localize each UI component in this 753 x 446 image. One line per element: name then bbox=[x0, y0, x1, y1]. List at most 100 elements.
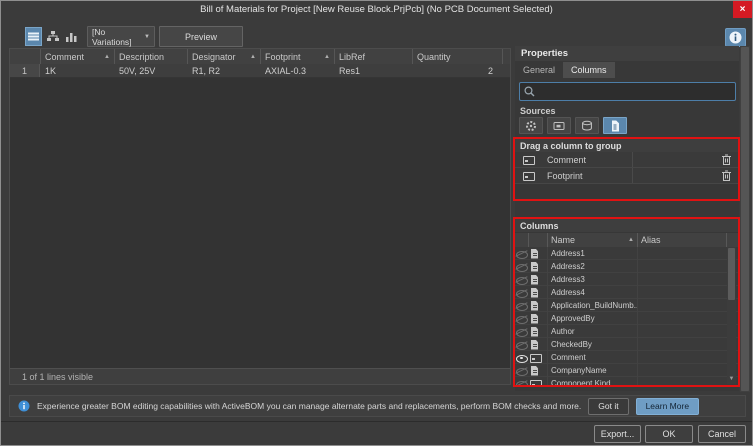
grid-header-filler bbox=[502, 49, 511, 64]
visibility-toggle[interactable] bbox=[515, 299, 528, 312]
search-input[interactable] bbox=[539, 87, 719, 97]
database-icon bbox=[581, 120, 593, 132]
visibility-toggle[interactable] bbox=[515, 325, 528, 338]
preview-button[interactable]: Preview bbox=[159, 26, 243, 47]
sources-label: Sources bbox=[520, 106, 556, 116]
close-button[interactable]: × bbox=[733, 1, 752, 18]
chevron-down-icon: ▼ bbox=[144, 34, 150, 40]
visibility-toggle[interactable] bbox=[515, 260, 528, 273]
cell-quantity: 2 bbox=[412, 64, 502, 77]
window-title: Bill of Materials for Project [New Reuse… bbox=[200, 4, 553, 15]
grid-header-footprint[interactable]: Footprint ▲ bbox=[260, 49, 334, 64]
group-row-footprint[interactable]: Footprint bbox=[515, 168, 738, 184]
source-board-button[interactable] bbox=[547, 117, 571, 134]
panel-scrollbar[interactable] bbox=[740, 46, 750, 392]
source-gear-button[interactable] bbox=[519, 117, 543, 134]
board-icon bbox=[553, 120, 565, 132]
group-row-comment[interactable]: Comment bbox=[515, 152, 738, 168]
bar-chart-icon bbox=[66, 32, 77, 42]
visibility-toggle[interactable] bbox=[515, 247, 528, 260]
column-type-icon bbox=[528, 377, 542, 387]
info-icon bbox=[18, 400, 30, 412]
sources-toolbar bbox=[519, 117, 627, 134]
grid-empty-area bbox=[10, 78, 510, 368]
column-row-companyname[interactable]: CompanyName bbox=[515, 364, 738, 377]
bom-dialog: Bill of Materials for Project [New Reuse… bbox=[0, 0, 753, 446]
grid-header-libref[interactable]: LibRef bbox=[334, 49, 412, 64]
visibility-toggle[interactable] bbox=[515, 273, 528, 286]
column-row-address2[interactable]: Address2 bbox=[515, 260, 738, 273]
search-icon bbox=[524, 86, 535, 97]
ok-button[interactable]: OK bbox=[645, 425, 693, 443]
bar-chart-view-button[interactable] bbox=[63, 27, 80, 46]
column-row-author[interactable]: Author bbox=[515, 325, 738, 338]
column-row-checkedby[interactable]: CheckedBy bbox=[515, 338, 738, 351]
delete-group-footprint-button[interactable] bbox=[715, 168, 737, 183]
bom-grid: Comment ▲ Description Designator ▲ Footp… bbox=[9, 48, 511, 385]
got-it-button[interactable]: Got it bbox=[588, 398, 628, 415]
cell-comment: 1K bbox=[40, 64, 114, 77]
annotation-box-group-section: Drag a column to group Comment Footprint bbox=[513, 137, 740, 201]
learn-more-button[interactable]: Learn More bbox=[636, 398, 699, 415]
grid-header-comment[interactable]: Comment ▲ bbox=[40, 49, 114, 64]
variations-dropdown[interactable]: [No Variations] ▼ bbox=[87, 26, 155, 47]
visibility-toggle[interactable] bbox=[515, 377, 528, 387]
visibility-toggle[interactable] bbox=[515, 364, 528, 377]
visibility-toggle[interactable] bbox=[515, 351, 528, 364]
title-bar: Bill of Materials for Project [New Reuse… bbox=[1, 1, 752, 18]
tab-columns[interactable]: Columns bbox=[563, 62, 615, 78]
column-row-application-buildnumber[interactable]: Application_BuildNumb... bbox=[515, 299, 738, 312]
info-button[interactable] bbox=[725, 28, 746, 47]
tree-view-icon bbox=[47, 31, 59, 42]
search-box bbox=[519, 82, 736, 101]
column-type-icon bbox=[528, 364, 542, 377]
delete-group-comment-button[interactable] bbox=[715, 152, 737, 167]
source-document-button[interactable] bbox=[603, 117, 627, 134]
cell-footprint: AXIAL-0.3 bbox=[260, 64, 334, 77]
column-type-icon bbox=[528, 260, 542, 273]
scroll-down-arrow-icon[interactable]: ▼ bbox=[727, 374, 736, 384]
panel-scrollbar-thumb[interactable] bbox=[741, 47, 749, 391]
properties-title: Properties bbox=[515, 46, 739, 61]
visibility-header bbox=[515, 233, 528, 247]
grid-status-bar: 1 of 1 lines visible bbox=[10, 368, 510, 384]
cell-description: 50V, 25V bbox=[114, 64, 187, 77]
columns-list-header: Name ▲ Alias bbox=[515, 233, 738, 247]
source-database-button[interactable] bbox=[575, 117, 599, 134]
tab-general[interactable]: General bbox=[515, 62, 563, 78]
column-type-icon bbox=[528, 325, 542, 338]
column-type-icon bbox=[528, 351, 542, 364]
column-row-address4[interactable]: Address4 bbox=[515, 286, 738, 299]
column-row-component-kind[interactable]: Component Kind bbox=[515, 377, 738, 387]
columns-section-title: Columns bbox=[515, 219, 738, 232]
grid-row[interactable]: 1 1K 50V, 25V R1, R2 AXIAL-0.3 Res1 2 bbox=[10, 64, 510, 78]
cell-designator: R1, R2 bbox=[187, 64, 260, 77]
column-type-icon bbox=[528, 312, 542, 325]
columns-scrollbar[interactable]: ▼ bbox=[727, 247, 736, 384]
name-header[interactable]: Name ▲ bbox=[547, 233, 637, 247]
column-type-icon bbox=[528, 273, 542, 286]
flat-list-view-button[interactable] bbox=[25, 27, 42, 46]
sort-asc-icon: ▲ bbox=[324, 54, 330, 60]
footer-divider bbox=[1, 421, 752, 422]
export-button[interactable]: Export... bbox=[594, 425, 641, 443]
scrollbar-thumb[interactable] bbox=[728, 248, 735, 300]
grid-header-description[interactable]: Description bbox=[114, 49, 187, 64]
column-icon bbox=[521, 169, 535, 182]
activebom-notice-bar: Experience greater BOM editing capabilit… bbox=[9, 395, 746, 417]
column-type-icon bbox=[528, 247, 542, 260]
view-mode-toolbar bbox=[25, 27, 80, 46]
grid-header-designator[interactable]: Designator ▲ bbox=[187, 49, 260, 64]
column-row-address1[interactable]: Address1 bbox=[515, 247, 738, 260]
visibility-toggle[interactable] bbox=[515, 286, 528, 299]
alias-header[interactable]: Alias bbox=[637, 233, 726, 247]
visibility-toggle[interactable] bbox=[515, 312, 528, 325]
cancel-button[interactable]: Cancel bbox=[698, 425, 746, 443]
grid-header-gutter bbox=[10, 49, 40, 64]
grid-header-quantity[interactable]: Quantity bbox=[412, 49, 502, 64]
column-row-address3[interactable]: Address3 bbox=[515, 273, 738, 286]
column-row-comment[interactable]: Comment bbox=[515, 351, 738, 364]
column-row-approvedby[interactable]: ApprovedBy bbox=[515, 312, 738, 325]
visibility-toggle[interactable] bbox=[515, 338, 528, 351]
tree-view-button[interactable] bbox=[44, 27, 61, 46]
